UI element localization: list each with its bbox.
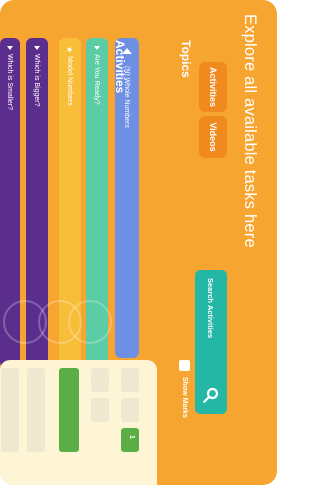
play-arrow-icon <box>34 46 40 50</box>
search-activities-button[interactable]: Search Activities <box>195 270 227 414</box>
page-title: Explore all available tasks here <box>241 14 259 248</box>
decorative-swirl <box>3 300 47 344</box>
mark-box <box>91 368 109 392</box>
mark-box <box>121 398 139 422</box>
mark-count: 1 <box>128 435 135 439</box>
mark-box <box>121 368 139 392</box>
play-arrow-icon <box>7 46 13 50</box>
show-marks-label: Show Marks <box>181 377 188 418</box>
activity-panel: Explore all available tasks here Activit… <box>0 0 277 485</box>
activity-label: Model Numbers <box>66 56 74 106</box>
mark-progress <box>59 368 79 452</box>
mark-completed <box>121 428 139 452</box>
activity-label: Are You Ready? <box>93 54 101 105</box>
rotated-view: Explore all available tasks here Activit… <box>0 0 277 485</box>
marks-column: 1 <box>0 360 157 485</box>
mark-box <box>1 368 19 452</box>
screen: Explore all available tasks here Activit… <box>0 0 277 485</box>
show-marks-checkbox[interactable] <box>179 360 190 371</box>
show-marks-toggle[interactable]: Show Marks <box>179 360 190 418</box>
topics-heading: Topics <box>179 40 193 78</box>
search-activities-label: Search Activities <box>206 278 216 339</box>
activity-label: Which is Smaller? <box>6 54 14 111</box>
search-icon <box>203 387 219 403</box>
activity-label: Which is Bigger? <box>33 54 41 107</box>
star-icon: ★ <box>65 46 75 54</box>
tab-activities[interactable]: Activities <box>199 62 227 112</box>
tab-videos[interactable]: Videos <box>199 116 227 158</box>
activities-heading: Activities <box>113 40 127 94</box>
mark-box <box>91 398 109 422</box>
play-arrow-icon <box>94 46 100 50</box>
mark-box <box>27 368 45 452</box>
